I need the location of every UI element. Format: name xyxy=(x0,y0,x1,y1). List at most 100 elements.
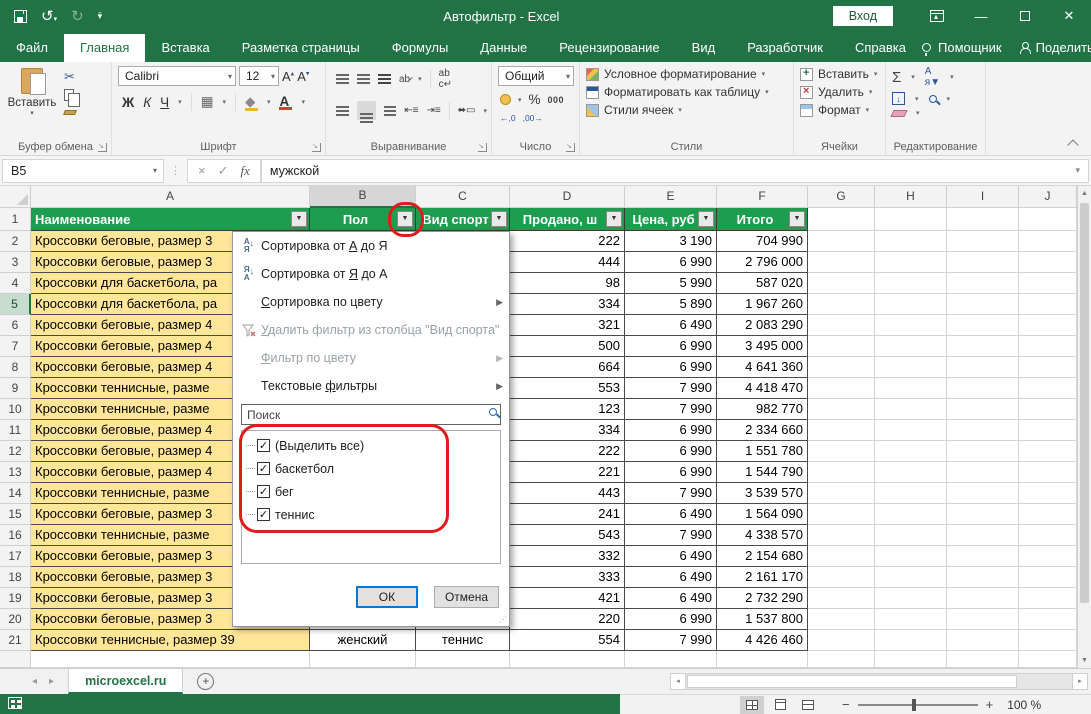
filter-dropdown-icon[interactable]: ▼ xyxy=(397,211,413,227)
cell-E7[interactable]: 6 990 xyxy=(625,336,717,357)
ribbon-display-options-icon[interactable] xyxy=(915,0,959,32)
italic-button[interactable]: К xyxy=(143,95,151,110)
zoom-slider-thumb[interactable] xyxy=(912,699,916,711)
fill-icon[interactable]: ↓ xyxy=(892,92,905,105)
column-header-A[interactable]: A xyxy=(31,186,310,208)
filter-header-4[interactable]: Продано, ш▼ xyxy=(510,208,625,231)
column-header-J[interactable]: J xyxy=(1019,186,1077,208)
cell-G19[interactable] xyxy=(808,588,875,609)
accounting-format-icon[interactable] xyxy=(500,94,511,105)
cell-J13[interactable] xyxy=(1019,462,1077,483)
cell-H2[interactable] xyxy=(875,231,947,252)
font-dialog-launcher[interactable]: ↘ xyxy=(312,143,321,152)
cell-I15[interactable] xyxy=(947,504,1019,525)
cell-F9[interactable]: 4 418 470 xyxy=(717,378,808,399)
cell-B21[interactable]: женский xyxy=(310,630,416,651)
cell-D10[interactable]: 123 xyxy=(510,399,625,420)
cell-J3[interactable] xyxy=(1019,252,1077,273)
cell-B22[interactable] xyxy=(310,651,416,668)
filter-value-item-1[interactable]: ✓(Выделить все) xyxy=(246,434,500,457)
format-cells-button[interactable]: Формат▾ xyxy=(800,103,881,117)
row-header-1[interactable]: 1 xyxy=(0,208,31,231)
decrease-decimal-icon[interactable]: ,00→ xyxy=(523,113,543,123)
menu-item-3[interactable]: Сортировка по цвету▶ xyxy=(233,288,509,316)
comma-style-icon[interactable]: 000 xyxy=(548,95,565,105)
cell-J12[interactable] xyxy=(1019,441,1077,462)
column-header-G[interactable]: G xyxy=(808,186,875,208)
cell-E6[interactable]: 6 490 xyxy=(625,315,717,336)
row-header-16[interactable]: 16 xyxy=(0,525,31,546)
cell-G13[interactable] xyxy=(808,462,875,483)
row-header-14[interactable]: 14 xyxy=(0,483,31,504)
menu-item-2[interactable]: ЯА↓Сортировка от Я до А xyxy=(233,260,509,288)
cell-G16[interactable] xyxy=(808,525,875,546)
zoom-in-icon[interactable]: + xyxy=(986,697,994,712)
cell-H22[interactable] xyxy=(875,651,947,668)
cell-H1[interactable] xyxy=(875,208,947,231)
filter-dropdown-icon[interactable]: ▼ xyxy=(698,211,714,227)
cell-E14[interactable]: 7 990 xyxy=(625,483,717,504)
menu-item-6[interactable]: Текстовые фильтры▶ xyxy=(233,372,509,400)
row-header-8[interactable]: 8 xyxy=(0,357,31,378)
collapse-ribbon-icon[interactable] xyxy=(1067,139,1078,150)
sign-in-button[interactable]: Вход xyxy=(833,6,893,26)
cell-H11[interactable] xyxy=(875,420,947,441)
zoom-slider[interactable] xyxy=(858,704,978,706)
prev-sheet-icon[interactable]: ◂ xyxy=(32,676,37,687)
column-header-I[interactable]: I xyxy=(947,186,1019,208)
tab-Главная[interactable]: Главная xyxy=(64,34,145,62)
cell-I5[interactable] xyxy=(947,294,1019,315)
cell-I8[interactable] xyxy=(947,357,1019,378)
normal-view-button[interactable] xyxy=(740,696,764,714)
row-header-5[interactable]: 5 xyxy=(0,294,31,315)
cell-H9[interactable] xyxy=(875,378,947,399)
horizontal-scroll-thumb[interactable] xyxy=(687,675,1017,688)
cell-D12[interactable]: 222 xyxy=(510,441,625,462)
cell-E13[interactable]: 6 990 xyxy=(625,462,717,483)
cell-H10[interactable] xyxy=(875,399,947,420)
row-header-13[interactable]: 13 xyxy=(0,462,31,483)
cell-E3[interactable]: 6 990 xyxy=(625,252,717,273)
cell-E5[interactable]: 5 890 xyxy=(625,294,717,315)
undo-icon[interactable]: ↺▾ xyxy=(41,9,57,24)
cell-F18[interactable]: 2 161 170 xyxy=(717,567,808,588)
cell-D2[interactable]: 222 xyxy=(510,231,625,252)
cell-E20[interactable]: 6 990 xyxy=(625,609,717,630)
cell-I7[interactable] xyxy=(947,336,1019,357)
cell-G15[interactable] xyxy=(808,504,875,525)
cell-D4[interactable]: 98 xyxy=(510,273,625,294)
cell-J6[interactable] xyxy=(1019,315,1077,336)
cell-G9[interactable] xyxy=(808,378,875,399)
menu-item-1[interactable]: АЯ↓Сортировка от А до Я xyxy=(233,232,509,260)
cell-I6[interactable] xyxy=(947,315,1019,336)
cell-H15[interactable] xyxy=(875,504,947,525)
cell-I22[interactable] xyxy=(947,651,1019,668)
redo-icon[interactable]: ↻ xyxy=(71,9,84,24)
expand-formula-bar-icon[interactable]: ▾ xyxy=(1075,165,1088,176)
cell-J1[interactable] xyxy=(1019,208,1077,231)
tab-Формулы[interactable]: Формулы xyxy=(376,34,465,62)
cell-J8[interactable] xyxy=(1019,357,1077,378)
cell-E12[interactable]: 6 990 xyxy=(625,441,717,462)
delete-cells-button[interactable]: Удалить▾ xyxy=(800,85,881,99)
cell-J7[interactable] xyxy=(1019,336,1077,357)
page-break-view-button[interactable] xyxy=(796,696,820,714)
increase-indent-icon[interactable]: ⇥≡ xyxy=(426,105,440,116)
fill-color-icon[interactable]: ◆ xyxy=(245,94,258,111)
cell-G8[interactable] xyxy=(808,357,875,378)
cell-F20[interactable]: 1 537 800 xyxy=(717,609,808,630)
filter-header-3[interactable]: Вид спорт▼ xyxy=(416,208,510,231)
filter-header-6[interactable]: Итого▼ xyxy=(717,208,808,231)
cell-H7[interactable] xyxy=(875,336,947,357)
cell-H18[interactable] xyxy=(875,567,947,588)
cell-H21[interactable] xyxy=(875,630,947,651)
cell-A22[interactable] xyxy=(31,651,310,668)
column-header-E[interactable]: E xyxy=(625,186,717,208)
font-size-select[interactable]: 12▾ xyxy=(239,66,279,86)
confirm-entry-icon[interactable]: ✓ xyxy=(218,163,229,179)
find-select-icon[interactable] xyxy=(929,95,937,103)
autosum-icon[interactable]: Σ xyxy=(892,69,901,86)
cell-J19[interactable] xyxy=(1019,588,1077,609)
tab-Рецензирование[interactable]: Рецензирование xyxy=(543,34,675,62)
cell-F6[interactable]: 2 083 290 xyxy=(717,315,808,336)
